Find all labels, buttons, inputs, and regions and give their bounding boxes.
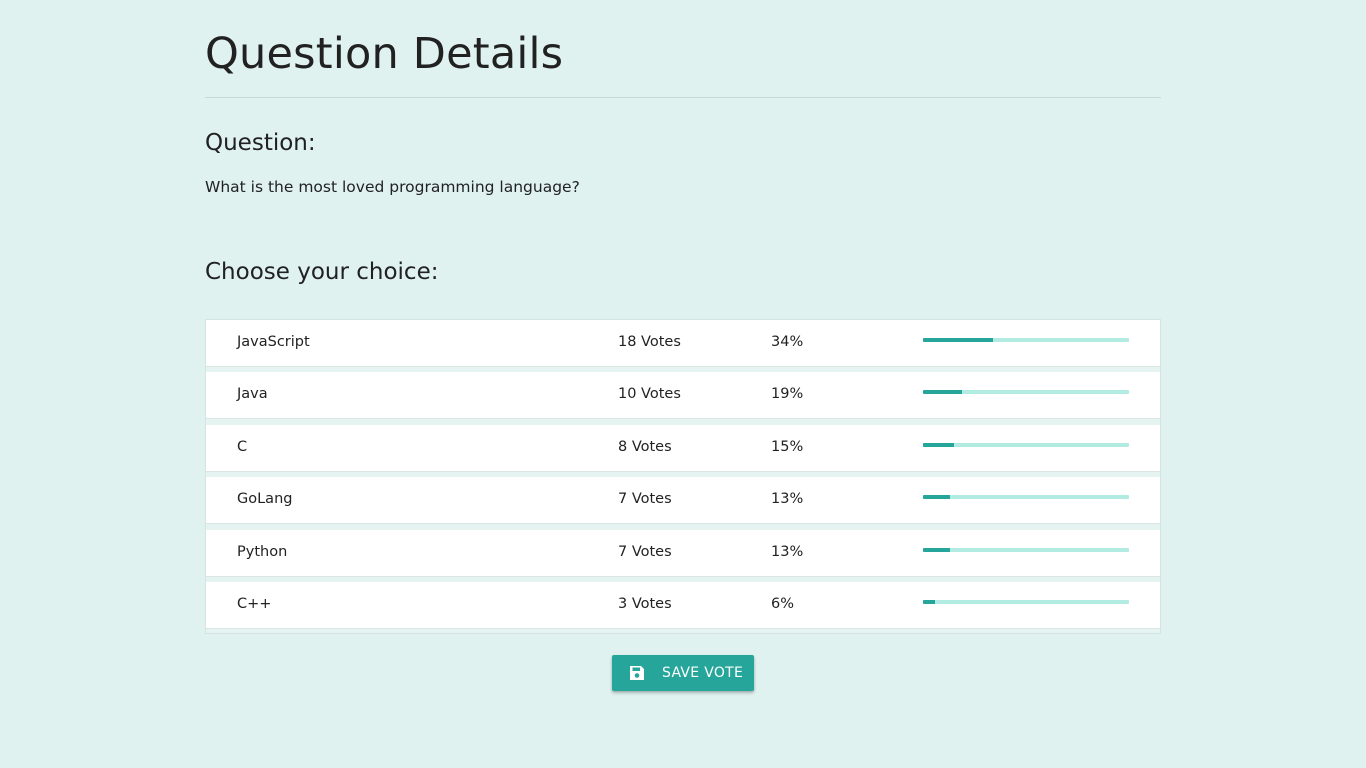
choice-row-c[interactable]: C 8 Votes 15% bbox=[206, 425, 1160, 472]
title-divider bbox=[205, 97, 1161, 98]
vote-progress-fill bbox=[923, 390, 963, 394]
choice-name: C bbox=[237, 439, 248, 455]
vote-progress-bar bbox=[923, 548, 1129, 552]
vote-progress-bar bbox=[923, 390, 1129, 394]
choice-percent: 13% bbox=[771, 544, 804, 560]
choice-row-java[interactable]: Java 10 Votes 19% bbox=[206, 372, 1160, 419]
save-icon bbox=[630, 666, 644, 680]
choice-percent: 19% bbox=[771, 386, 804, 402]
choice-list: JavaScript 18 Votes 34% Java 10 Votes 19… bbox=[205, 319, 1161, 634]
vote-progress-fill bbox=[923, 443, 954, 447]
question-text: What is the most loved programming langu… bbox=[205, 178, 580, 196]
vote-progress-fill bbox=[923, 548, 950, 552]
choice-row-javascript[interactable]: JavaScript 18 Votes 34% bbox=[206, 320, 1160, 367]
choice-percent: 34% bbox=[771, 334, 804, 350]
choice-name: GoLang bbox=[237, 491, 293, 507]
choice-votes: 7 Votes bbox=[618, 491, 672, 507]
vote-progress-bar bbox=[923, 495, 1129, 499]
vote-progress-bar bbox=[923, 600, 1129, 604]
choice-row-golang[interactable]: GoLang 7 Votes 13% bbox=[206, 477, 1160, 524]
question-heading: Question: bbox=[205, 130, 316, 156]
choice-percent: 15% bbox=[771, 439, 804, 455]
vote-progress-fill bbox=[923, 600, 936, 604]
save-vote-button[interactable]: SAVE VOTE bbox=[612, 655, 754, 691]
page-title: Question Details bbox=[205, 29, 564, 79]
vote-progress-fill bbox=[923, 338, 994, 342]
choice-row-cpp[interactable]: C++ 3 Votes 6% bbox=[206, 582, 1160, 629]
choice-percent: 13% bbox=[771, 491, 804, 507]
save-vote-label: SAVE VOTE bbox=[662, 665, 744, 681]
choice-votes: 10 Votes bbox=[618, 386, 681, 402]
choice-heading: Choose your choice: bbox=[205, 259, 439, 285]
choice-name: C++ bbox=[237, 596, 272, 612]
vote-progress-bar bbox=[923, 443, 1129, 447]
choice-votes: 18 Votes bbox=[618, 334, 681, 350]
vote-progress-fill bbox=[923, 495, 950, 499]
choice-name: Python bbox=[237, 544, 288, 560]
choice-votes: 8 Votes bbox=[618, 439, 672, 455]
choice-name: JavaScript bbox=[237, 334, 310, 350]
choice-votes: 7 Votes bbox=[618, 544, 672, 560]
vote-progress-bar bbox=[923, 338, 1129, 342]
choice-percent: 6% bbox=[771, 596, 795, 612]
choice-votes: 3 Votes bbox=[618, 596, 672, 612]
choice-row-python[interactable]: Python 7 Votes 13% bbox=[206, 530, 1160, 577]
choice-name: Java bbox=[237, 386, 268, 402]
